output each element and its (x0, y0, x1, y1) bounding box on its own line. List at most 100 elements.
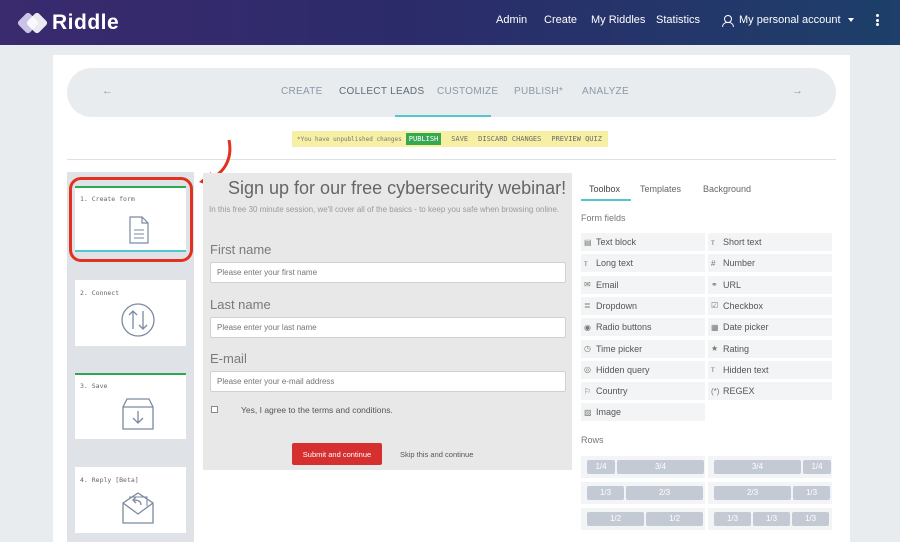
row-column-segment: 3/4 (617, 460, 704, 474)
arrow-left-icon[interactable]: ← (102, 85, 113, 97)
row-layout-option[interactable]: 1/2 1/2 (581, 508, 705, 530)
chevron-down-icon (847, 18, 854, 22)
row-column-segment: 1/3 (792, 512, 829, 526)
field-time-picker[interactable]: ◷ Time picker (581, 339, 705, 358)
step-collect-leads[interactable]: COLLECT LEADS (339, 86, 424, 97)
nav-admin[interactable]: Admin (496, 14, 527, 26)
field-dropdown[interactable]: ≣ Dropdown (581, 296, 705, 315)
sync-arrows-icon (121, 303, 155, 337)
tile-connect[interactable]: 2. Connect (75, 280, 186, 346)
tile-title: 2. Connect (80, 289, 120, 297)
tab-background[interactable]: Background (703, 184, 751, 194)
field-label: Country (596, 386, 628, 397)
step-analyze[interactable]: ANALYZE (582, 86, 629, 97)
tile-title: 4. Reply [Beta] (80, 476, 139, 484)
row-layout-option[interactable]: 1/3 2/3 (581, 482, 705, 504)
field-number[interactable]: # Number (708, 254, 832, 273)
row-column-segment: 1/3 (714, 512, 751, 526)
step-create[interactable]: CREATE (281, 86, 323, 97)
row-column-segment: 1/2 (587, 512, 644, 526)
field-email[interactable]: ✉ Email (581, 275, 705, 294)
nav-my-riddles[interactable]: My Riddles (591, 14, 645, 26)
submit-button[interactable]: Submit and continue (292, 443, 382, 465)
field-regex[interactable]: (*) REGEX (708, 382, 832, 401)
rows-heading: Rows (581, 435, 604, 445)
row-column-segment: 1/3 (753, 512, 790, 526)
skip-link[interactable]: Skip this and continue (400, 450, 473, 459)
field-radio-buttons[interactable]: ◉ Radio buttons (581, 318, 705, 337)
text-block-icon: ▤ (584, 237, 592, 247)
field-url[interactable]: ⚭ URL (708, 275, 832, 294)
hidden-query-icon: ◎ (584, 365, 591, 375)
email-label[interactable]: E-mail (210, 351, 247, 366)
row-column-segment: 1/4 (803, 460, 831, 474)
date-picker-icon: ▦ (711, 322, 719, 332)
row-column-segment: 2/3 (626, 486, 703, 500)
field-date-picker[interactable]: ▦ Date picker (708, 318, 832, 337)
first-name-label[interactable]: First name (210, 242, 271, 257)
field-short-text[interactable]: ᴛ Short text (708, 233, 832, 251)
email-icon: ✉ (584, 280, 591, 290)
publish-button[interactable]: PUBLISH (405, 133, 442, 145)
user-icon (722, 14, 734, 27)
mail-reply-icon (122, 492, 154, 524)
row-column-segment: 2/3 (714, 486, 791, 500)
row-layout-option[interactable]: 2/3 1/3 (708, 482, 832, 504)
arrow-right-icon[interactable]: → (792, 85, 803, 97)
terms-checkbox[interactable] (211, 406, 218, 413)
tab-templates[interactable]: Templates (640, 184, 681, 194)
row-column-segment: 3/4 (714, 460, 801, 474)
field-label: Hidden text (723, 364, 769, 375)
field-label: Rating (723, 343, 750, 354)
divider (67, 159, 836, 160)
nav-statistics[interactable]: Statistics (656, 14, 700, 26)
field-label: Date picker (723, 322, 769, 333)
tile-save[interactable]: 3. Save (75, 373, 186, 439)
form-intro[interactable]: In this free 30 minute session, we'll co… (209, 203, 564, 216)
field-long-text[interactable]: ᴛ Long text (581, 254, 705, 273)
field-label: Image (596, 407, 622, 418)
step-customize[interactable]: CUSTOMIZE (437, 86, 498, 97)
save-button[interactable]: SAVE (451, 135, 468, 143)
archive-download-icon (122, 398, 154, 430)
tile-reply[interactable]: 4. Reply [Beta] (75, 467, 186, 533)
field-label: Time picker (596, 343, 643, 354)
field-hidden-text[interactable]: ᴛ Hidden text (708, 360, 832, 379)
nav-create[interactable]: Create (544, 14, 577, 26)
field-label: Long text (596, 258, 634, 269)
image-icon: ▨ (584, 407, 592, 417)
field-label: REGEX (723, 386, 755, 397)
last-name-input[interactable] (210, 317, 566, 338)
unpublished-notice: *You have unpublished changes PUBLISH SA… (292, 131, 608, 147)
tab-toolbox[interactable]: Toolbox (589, 184, 620, 194)
dropdown-icon: ≣ (584, 301, 591, 311)
step-navigation: ← CREATE COLLECT LEADS CUSTOMIZE PUBLISH… (67, 68, 836, 117)
field-checkbox[interactable]: ☑ Checkbox (708, 296, 832, 315)
email-input[interactable] (210, 371, 566, 392)
more-options-icon[interactable] (876, 14, 879, 26)
account-menu[interactable]: My personal account (722, 14, 854, 27)
preview-quiz-button[interactable]: PREVIEW QUIZ (551, 135, 602, 143)
toolbox-tabs: Toolbox Templates Background (581, 178, 836, 201)
field-hidden-query[interactable]: ◎ Hidden query (581, 360, 705, 379)
field-country[interactable]: ⚐ Country (581, 382, 705, 401)
row-layout-option[interactable]: 1/4 3/4 (581, 456, 705, 478)
long-text-icon: ᴛ (584, 258, 588, 268)
last-name-label[interactable]: Last name (210, 297, 271, 312)
form-title[interactable]: Sign up for our free cybersecurity webin… (228, 178, 566, 199)
first-name-input[interactable] (210, 262, 566, 283)
discard-changes-button[interactable]: DISCARD CHANGES (478, 135, 541, 143)
field-rating[interactable]: ★ Rating (708, 339, 832, 358)
short-text-icon: ᴛ (711, 237, 715, 247)
row-layout-option[interactable]: 3/4 1/4 (708, 456, 832, 478)
radio-buttons-icon: ◉ (584, 322, 591, 332)
riddle-logo[interactable]: Riddle (16, 11, 119, 35)
terms-label: Yes, I agree to the terms and conditions… (241, 405, 393, 415)
active-tab-indicator (581, 199, 631, 201)
row-layout-option[interactable]: 1/3 1/3 1/3 (708, 508, 832, 530)
field-text-block[interactable]: ▤ Text block (581, 233, 705, 251)
field-image[interactable]: ▨ Image (581, 403, 705, 422)
checkbox-icon: ☑ (711, 301, 719, 311)
step-publish[interactable]: PUBLISH* (514, 86, 563, 97)
regex-icon: (*) (711, 386, 720, 396)
